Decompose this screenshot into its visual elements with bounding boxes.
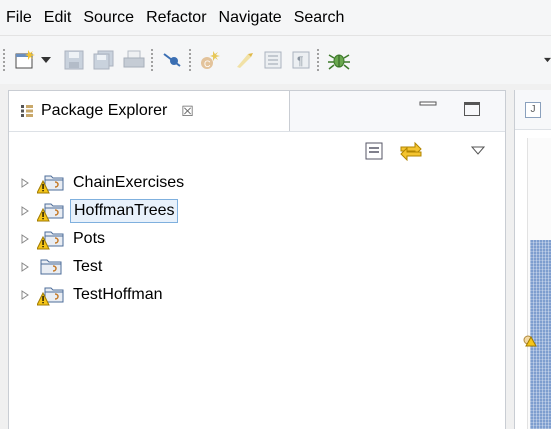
menu-bar: File Edit Source Refactor Navigate Searc… — [0, 0, 551, 36]
main-toolbar: C ¶ — [0, 36, 551, 84]
debug-icon[interactable] — [326, 46, 352, 74]
java-project-warning-icon — [36, 228, 65, 250]
menu-refactor[interactable]: Refactor — [140, 9, 212, 27]
maximize-icon[interactable] — [464, 102, 480, 116]
pilcrow-icon[interactable]: ¶ — [290, 46, 312, 74]
menu-edit[interactable]: Edit — [38, 9, 78, 27]
show-whitespace-icon[interactable] — [262, 46, 284, 74]
link-with-editor-icon[interactable] — [399, 139, 423, 163]
expand-arrow-icon[interactable] — [21, 261, 31, 273]
project-name: ChainExercises — [73, 174, 185, 191]
expand-arrow-icon[interactable] — [21, 177, 31, 189]
save-all-icon[interactable] — [92, 46, 116, 74]
skip-breakpoints-icon[interactable] — [160, 46, 184, 74]
new-wizard-icon[interactable] — [12, 46, 38, 74]
print-icon[interactable] — [122, 46, 146, 74]
svg-text:C: C — [204, 59, 211, 69]
expand-arrow-icon[interactable] — [21, 289, 31, 301]
menu-file[interactable]: File — [4, 9, 38, 27]
tree-item-test[interactable]: Test — [21, 255, 104, 279]
project-name: TestHoffman — [73, 286, 163, 303]
view-menu-icon[interactable] — [471, 139, 485, 163]
new-class-icon[interactable]: C — [198, 46, 222, 74]
java-project-warning-icon — [36, 200, 65, 222]
project-name: Pots — [73, 230, 106, 247]
debug-dropdown-icon[interactable] — [544, 46, 551, 74]
menu-source[interactable]: Source — [77, 9, 140, 27]
minimize-icon[interactable] — [419, 99, 437, 113]
java-file-icon: J — [525, 102, 541, 118]
collapse-all-icon[interactable] — [365, 139, 383, 163]
close-icon[interactable]: ☒ — [181, 103, 194, 120]
java-project-warning-icon — [36, 172, 65, 194]
java-project-icon — [37, 256, 65, 278]
expand-arrow-icon[interactable] — [21, 233, 31, 245]
warning-marker-icon[interactable] — [523, 333, 537, 352]
toolbar-grip[interactable] — [317, 48, 319, 72]
tree-item-hoffmantrees[interactable]: HoffmanTrees — [21, 199, 179, 223]
tree-item-pots[interactable]: Pots — [21, 227, 107, 251]
toolbar-grip[interactable] — [189, 48, 191, 72]
toolbar-grip[interactable] — [3, 48, 5, 72]
tree-item-chainexercises[interactable]: ChainExercises — [21, 171, 186, 195]
menu-navigate[interactable]: Navigate — [213, 9, 288, 27]
toggle-mark-occurrences-icon[interactable] — [232, 46, 256, 74]
toolbar-grip[interactable] — [151, 48, 153, 72]
tab-package-explorer[interactable]: Package Explorer ☒ — [9, 91, 290, 131]
editor-tab[interactable]: J — [515, 90, 551, 130]
view-header: Package Explorer ☒ — [9, 91, 505, 132]
package-explorer-view: Package Explorer ☒ ChainExercises Hoffma… — [8, 90, 506, 429]
view-title: Package Explorer — [41, 102, 168, 119]
save-icon[interactable] — [62, 46, 86, 74]
dropdown-arrow-icon[interactable] — [40, 46, 52, 74]
tree-item-testhoffman[interactable]: TestHoffman — [21, 283, 165, 307]
project-name: Test — [73, 258, 103, 275]
menu-search[interactable]: Search — [288, 9, 351, 27]
svg-text:¶: ¶ — [297, 54, 303, 68]
java-project-warning-icon — [36, 284, 65, 306]
package-explorer-icon — [19, 103, 35, 119]
expand-arrow-icon[interactable] — [21, 205, 31, 217]
project-name: HoffmanTrees — [70, 199, 179, 223]
